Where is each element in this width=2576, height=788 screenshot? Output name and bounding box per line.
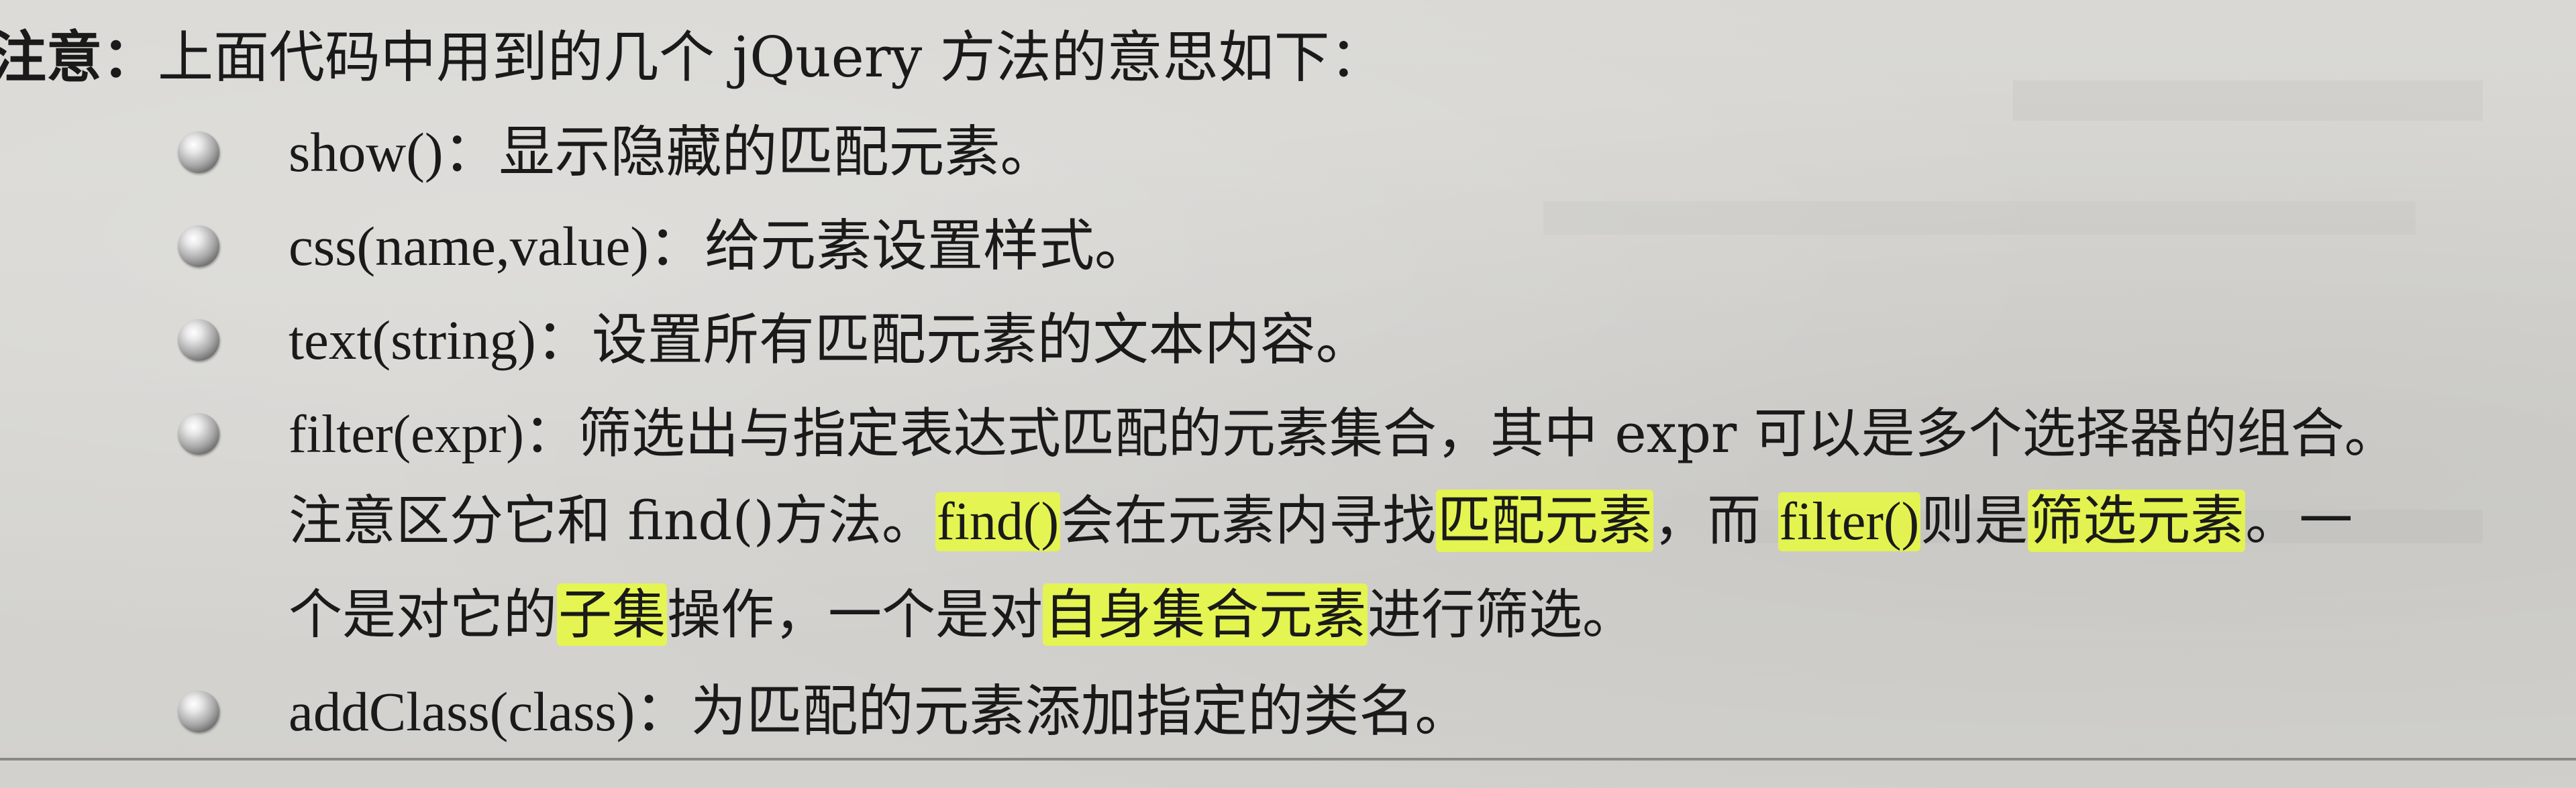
method-description: 显示隐藏的匹配元素。 [499, 119, 1056, 184]
method-name: css(name,value) [289, 215, 649, 277]
method-name: addClass(class) [289, 681, 635, 742]
note-segment: ，而 [1653, 490, 1778, 552]
note-segment: 注意区分它和 find()方法。 [289, 490, 935, 552]
bullet-icon [178, 225, 219, 267]
list-item: text(string)：设置所有匹配元素的文本内容。 [289, 306, 1372, 374]
method-description: 设置所有匹配元素的文本内容。 [591, 307, 1372, 372]
method-name: text(string) [289, 309, 536, 371]
note-heading: 注意：上面代码中用到的几个 jQuery 方法的意思如下： [0, 23, 1386, 91]
note-segment: 操作，一个是对 [667, 583, 1043, 646]
document-page: 注意：上面代码中用到的几个 jQuery 方法的意思如下： show()：显示隐… [0, 0, 2576, 788]
separator: ： [635, 679, 691, 744]
note-segment: 。一 [2245, 490, 2353, 552]
highlighted-text: 自身集合元素 [1043, 583, 1368, 646]
separator: ： [535, 307, 592, 372]
separator: ： [443, 119, 499, 184]
filter-note-line-1: 注意区分它和 find()方法。find()会在元素内寻找匹配元素，而 filt… [289, 488, 2353, 555]
list-item: css(name,value)：给元素设置样式。 [289, 213, 1150, 280]
method-name: filter(expr) [289, 405, 524, 464]
separator: ： [523, 402, 578, 465]
note-segment: 元素内寻找 [1168, 490, 1437, 552]
bleed-through-decoration [1543, 201, 2416, 235]
bullet-icon [178, 691, 219, 732]
page-bottom-rule [0, 758, 2576, 761]
highlighted-text: 子集 [557, 583, 667, 646]
bleed-through-decoration [2013, 80, 2483, 121]
bullet-icon [178, 319, 219, 361]
method-description: 为匹配的元素添加指定的类名。 [690, 679, 1471, 744]
note-text: 上面代码中用到的几个 jQuery 方法的意思如下： [158, 25, 1386, 90]
method-description: 给元素设置样式。 [704, 213, 1150, 278]
list-item: addClass(class)：为匹配的元素添加指定的类名。 [289, 678, 1470, 745]
filter-note-line-2: 个是对它的子集操作，一个是对自身集合元素进行筛选。 [289, 581, 1636, 649]
list-item: show()：显示隐藏的匹配元素。 [289, 119, 1056, 186]
note-label: 注意： [0, 24, 158, 90]
note-segment: 进行筛选。 [1368, 583, 1636, 646]
bullet-icon [178, 131, 219, 173]
highlighted-text: filter() [1778, 492, 1921, 551]
bullet-icon [178, 413, 219, 455]
list-item: filter(expr)：筛选出与指定表达式匹配的元素集合，其中 expr 可以… [289, 400, 2398, 468]
highlighted-text: 匹配元素 [1436, 490, 1654, 552]
highlighted-text: find() [935, 492, 1061, 551]
separator: ： [648, 213, 705, 278]
note-segment: 个是对它的 [289, 583, 557, 646]
note-segment: 则是 [1920, 490, 2028, 552]
method-name: show() [289, 121, 444, 183]
highlighted-text: 筛选元素 [2028, 490, 2246, 552]
note-segment: 会在 [1060, 490, 1168, 552]
method-description: 筛选出与指定表达式匹配的元素集合，其中 expr 可以是多个选择器的组合。 [577, 402, 2398, 465]
